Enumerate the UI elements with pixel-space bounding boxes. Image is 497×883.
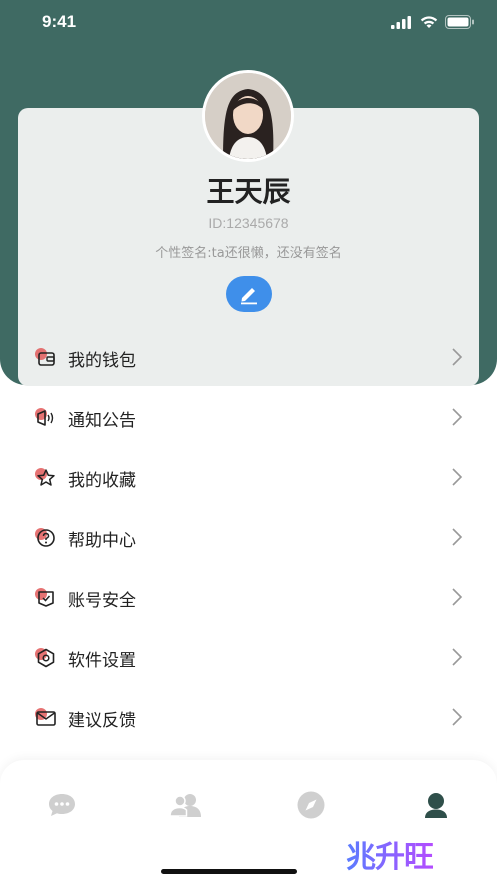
menu-label-notice: 通知公告 <box>68 411 136 431</box>
menu-list: 我的钱包 通知公告 我的收藏 帮助中心 账号安全 软件设置 建议反馈 <box>18 327 479 747</box>
home-indicator <box>161 869 297 874</box>
tab-me[interactable] <box>419 790 453 820</box>
signal-icon <box>391 15 411 29</box>
user-name: 王天辰 <box>206 175 291 208</box>
menu-item-security[interactable]: 账号安全 <box>18 567 479 627</box>
settings-icon <box>35 648 55 668</box>
wifi-icon <box>420 16 438 28</box>
chevron-right-icon <box>452 648 463 666</box>
watermark: 兆升旺 <box>346 832 434 876</box>
user-id: ID:12345678 <box>208 215 289 231</box>
menu-item-settings[interactable]: 软件设置 <box>18 627 479 687</box>
status-icons <box>391 15 475 29</box>
chevron-right-icon <box>452 708 463 726</box>
status-bar: 9:41 <box>0 0 497 46</box>
menu-label-feedback: 建议反馈 <box>68 711 136 731</box>
help-icon <box>35 528 55 547</box>
menu-item-notice[interactable]: 通知公告 <box>18 387 479 447</box>
compass-icon <box>297 791 325 819</box>
shield-icon <box>35 588 54 607</box>
edit-profile-button[interactable] <box>226 276 272 312</box>
tab-messages[interactable] <box>45 790 79 820</box>
menu-label-security: 账号安全 <box>68 591 136 611</box>
chevron-right-icon <box>452 468 463 486</box>
user-icon <box>425 793 447 818</box>
user-signature: 个性签名:ta还很懒，还没有签名 <box>155 246 342 261</box>
menu-item-favorites[interactable]: 我的收藏 <box>18 447 479 507</box>
wallet-icon <box>35 348 55 366</box>
star-icon <box>35 468 55 486</box>
menu-label-wallet: 我的钱包 <box>68 351 136 371</box>
avatar[interactable] <box>202 70 294 162</box>
speaker-icon <box>35 408 54 426</box>
pencil-icon <box>241 288 257 305</box>
chevron-right-icon <box>452 528 463 546</box>
tab-contacts[interactable] <box>169 790 203 820</box>
menu-item-wallet[interactable]: 我的钱包 <box>18 327 479 387</box>
menu-label-help: 帮助中心 <box>68 531 136 551</box>
menu-item-help[interactable]: 帮助中心 <box>18 507 479 567</box>
mail-icon <box>35 708 56 726</box>
chevron-right-icon <box>452 408 463 426</box>
battery-icon <box>445 15 474 29</box>
menu-label-favorites: 我的收藏 <box>68 471 136 491</box>
avatar-photo <box>205 73 291 159</box>
chevron-right-icon <box>452 588 463 606</box>
chevron-right-icon <box>452 348 463 366</box>
menu-item-feedback[interactable]: 建议反馈 <box>18 687 479 747</box>
tab-discover[interactable] <box>294 790 328 820</box>
contacts-icon <box>169 794 201 817</box>
menu-label-settings: 软件设置 <box>68 651 136 671</box>
chat-icon <box>49 794 75 816</box>
status-time: 9:41 <box>42 12 77 31</box>
